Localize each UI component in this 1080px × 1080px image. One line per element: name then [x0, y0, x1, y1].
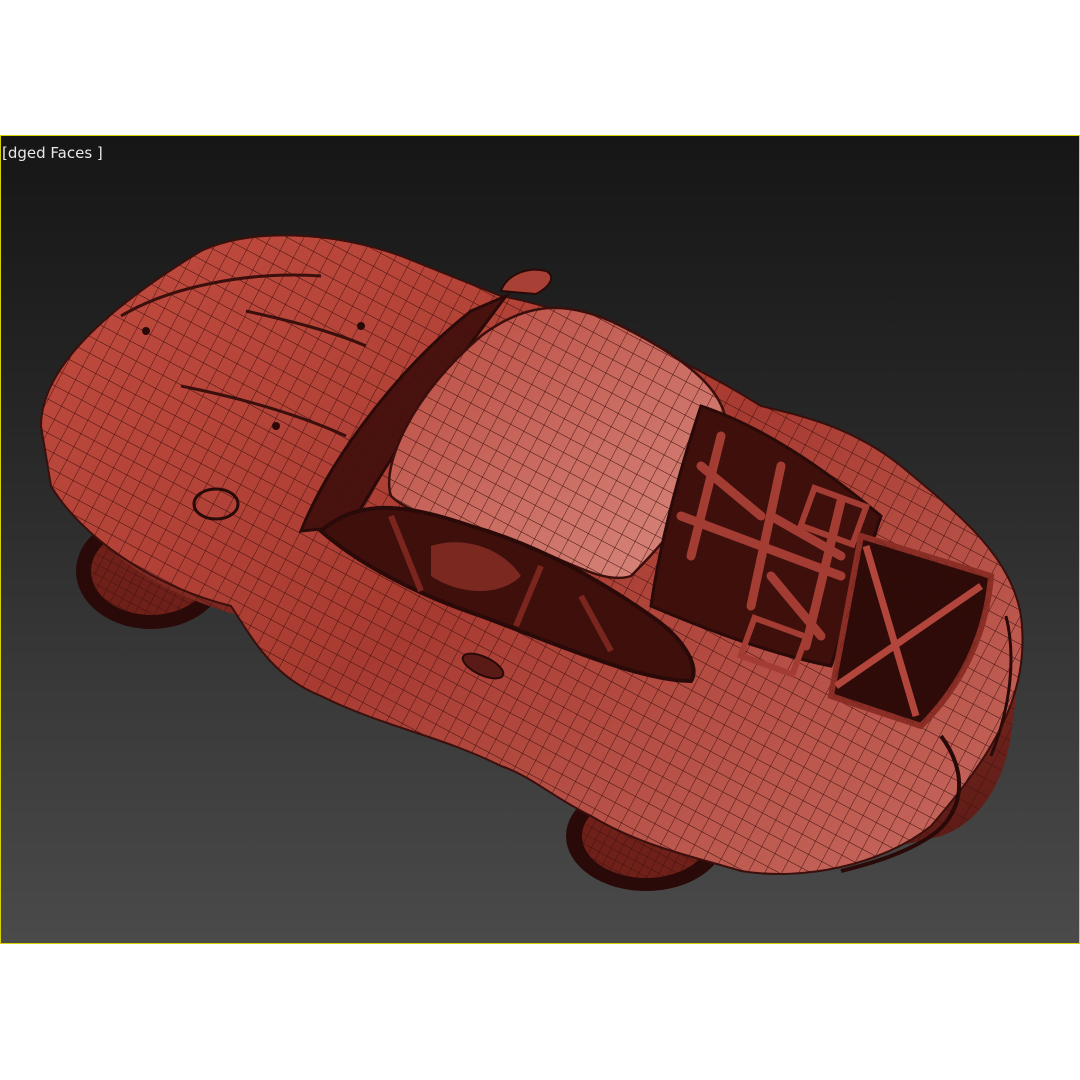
page: [dged Faces ]: [0, 0, 1080, 1080]
side-mirror: [499, 268, 553, 296]
viewport-perspective[interactable]: [dged Faces ]: [0, 135, 1080, 944]
car-model-scene[interactable]: [1, 136, 1079, 943]
viewport-shading-label[interactable]: [dged Faces ]: [2, 144, 103, 162]
